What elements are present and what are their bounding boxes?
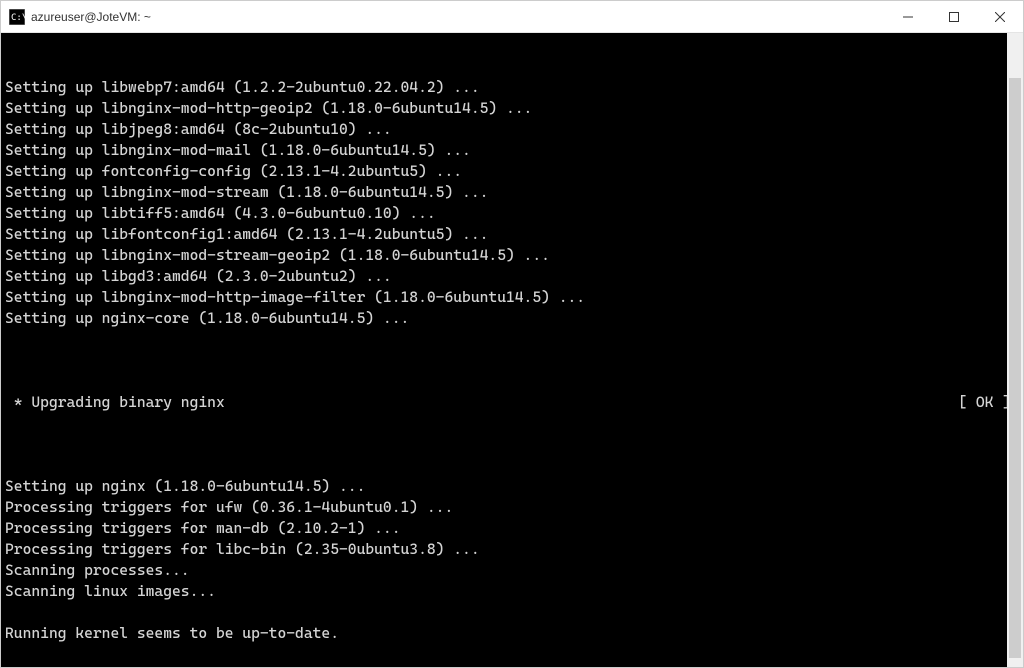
- status-line: * Upgrading binary nginx [ OK ]: [5, 392, 1019, 413]
- terminal-line: Setting up libnginx-mod-http-image-filte…: [5, 287, 1019, 308]
- status-text: * Upgrading binary nginx: [5, 392, 225, 413]
- terminal-app-icon: C:\: [9, 9, 25, 25]
- terminal-line: Setting up libjpeg8:amd64 (8c-2ubuntu10)…: [5, 119, 1019, 140]
- terminal-line: Setting up libwebp7:amd64 (1.2.2-2ubuntu…: [5, 77, 1019, 98]
- titlebar[interactable]: C:\ azureuser@JoteVM: ~: [1, 1, 1023, 33]
- terminal-output: Setting up libwebp7:amd64 (1.2.2-2ubuntu…: [5, 77, 1019, 329]
- terminal-line: Setting up libfontconfig1:amd64 (2.13.1-…: [5, 224, 1019, 245]
- terminal-line: Processing triggers for man-db (2.10.2-1…: [5, 518, 1019, 539]
- terminal-line: Processing triggers for ufw (0.36.1-4ubu…: [5, 497, 1019, 518]
- terminal-line: Setting up libnginx-mod-stream-geoip2 (1…: [5, 245, 1019, 266]
- terminal-line: Processing triggers for libc-bin (2.35-0…: [5, 539, 1019, 560]
- terminal-output-2: Setting up nginx (1.18.0-6ubuntu14.5) ..…: [5, 476, 1019, 667]
- terminal-line: Setting up libgd3:amd64 (2.3.0-2ubuntu2)…: [5, 266, 1019, 287]
- close-button[interactable]: [977, 1, 1023, 33]
- minimize-button[interactable]: [885, 1, 931, 33]
- terminal-line: Setting up libtiff5:amd64 (4.3.0-6ubuntu…: [5, 203, 1019, 224]
- terminal-line: Scanning processes...: [5, 560, 1019, 581]
- terminal-line: [5, 602, 1019, 623]
- terminal-line: Running kernel seems to be up-to-date.: [5, 623, 1019, 644]
- terminal-line: No services need to be restarted.: [5, 665, 1019, 667]
- svg-text:C:\: C:\: [11, 13, 25, 23]
- terminal-line: Setting up nginx (1.18.0-6ubuntu14.5) ..…: [5, 476, 1019, 497]
- window-title: azureuser@JoteVM: ~: [31, 10, 885, 24]
- terminal-line: Setting up libnginx-mod-stream (1.18.0-6…: [5, 182, 1019, 203]
- terminal-area[interactable]: Setting up libwebp7:amd64 (1.2.2-2ubuntu…: [1, 33, 1023, 667]
- terminal-line: Setting up nginx-core (1.18.0-6ubuntu14.…: [5, 308, 1019, 329]
- terminal-line: Setting up libnginx-mod-mail (1.18.0-6ub…: [5, 140, 1019, 161]
- terminal-window: C:\ azureuser@JoteVM: ~ Setting up libwe…: [0, 0, 1024, 668]
- scrollbar-thumb[interactable]: [1009, 78, 1021, 658]
- terminal-line: Setting up fontconfig-config (2.13.1-4.2…: [5, 161, 1019, 182]
- window-controls: [885, 1, 1023, 32]
- terminal-line: Scanning linux images...: [5, 581, 1019, 602]
- maximize-button[interactable]: [931, 1, 977, 33]
- terminal-line: [5, 644, 1019, 665]
- terminal-line: Setting up libnginx-mod-http-geoip2 (1.1…: [5, 98, 1019, 119]
- scrollbar-track[interactable]: [1007, 33, 1023, 667]
